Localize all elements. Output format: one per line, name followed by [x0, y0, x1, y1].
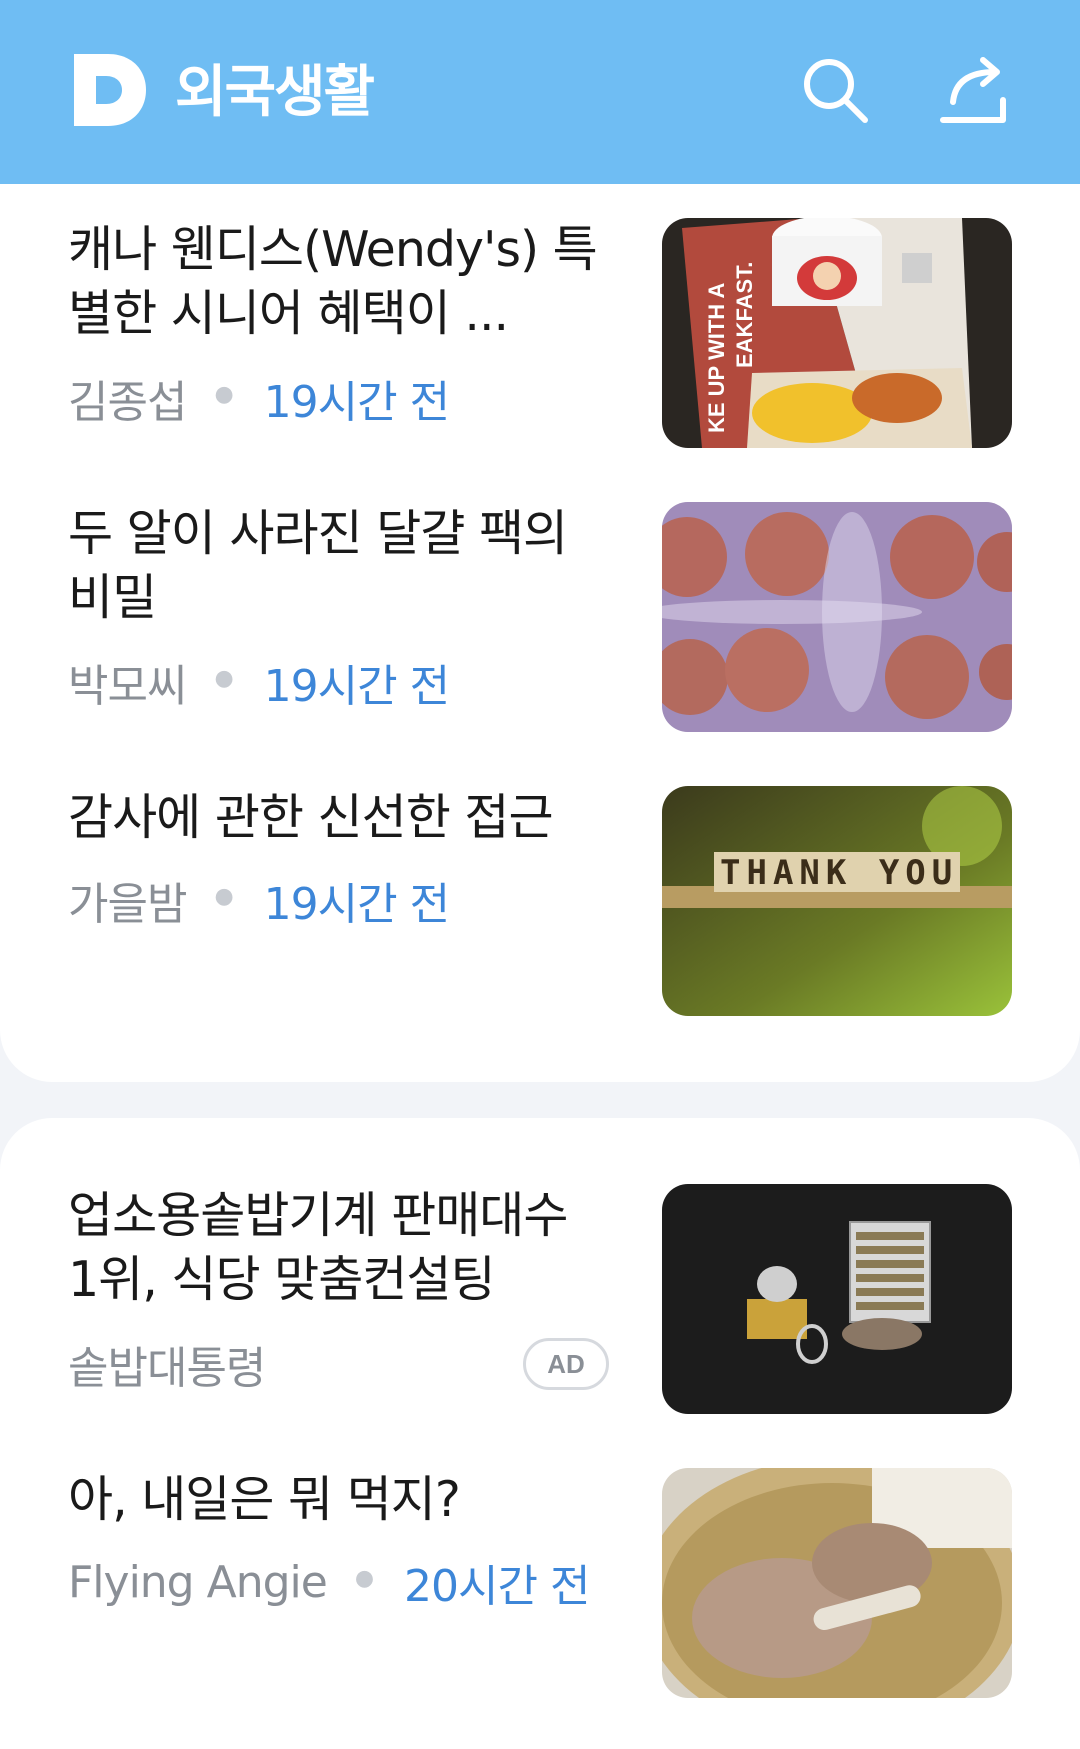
article-time: 19시간 전	[263, 377, 450, 428]
search-icon	[804, 59, 868, 123]
meta-separator: ●	[214, 381, 234, 407]
article-list-card: 캐나 웬디스(Wendy's) 특별한 시니어 혜택이 ... 김종섭 ● 19…	[0, 184, 1080, 1082]
article-meta: 김종섭 ● 19시간 전	[68, 368, 450, 428]
article-text: 아, 내일은 뭐 먹지?	[68, 1468, 608, 1532]
article-thumbnail[interactable]	[662, 502, 1012, 732]
thumbnail-text-2: EAKFAST.	[732, 262, 757, 368]
article-list-card: 업소용솥밥기계 판매대수 1위, 식당 맞춤컨설팅 솥밥대통령 AD 아, 내일…	[0, 1118, 1080, 1749]
app-header: 외국생활	[0, 0, 1080, 184]
share-button[interactable]	[933, 50, 1013, 130]
ad-advertiser: 솥밥대통령	[68, 1343, 266, 1394]
ad-text: 업소용솥밥기계 판매대수 1위, 식당 맞춤컨설팅	[68, 1184, 608, 1312]
article-time: 20시간 전	[404, 1561, 590, 1612]
meta-separator: ●	[354, 1565, 375, 1591]
thumbnail-text-1: KE UP WITH A	[704, 283, 729, 433]
article-time: 19시간 전	[263, 879, 450, 930]
article-title[interactable]: 아, 내일은 뭐 먹지?	[68, 1468, 608, 1532]
article-item[interactable]: 캐나 웬디스(Wendy's) 특별한 시니어 혜택이 ... 김종섭 ● 19…	[0, 218, 1080, 448]
article-author: 가을밤	[68, 879, 187, 930]
ad-title[interactable]: 업소용솥밥기계 판매대수 1위, 식당 맞춤컨설팅	[68, 1184, 608, 1312]
meta-separator: ●	[214, 883, 234, 909]
article-title[interactable]: 두 알이 사라진 달걀 팩의 비밀	[68, 502, 608, 630]
ad-item[interactable]: 업소용솥밥기계 판매대수 1위, 식당 맞춤컨설팅 솥밥대통령 AD	[0, 1184, 1080, 1414]
ad-thumbnail[interactable]	[662, 1184, 1012, 1414]
article-time: 19시간 전	[263, 661, 450, 712]
article-author: Flying Angie	[68, 1556, 328, 1608]
daum-logo-icon[interactable]	[70, 50, 150, 130]
article-meta: 박모씨 ● 19시간 전	[68, 652, 450, 712]
search-button[interactable]	[795, 50, 875, 130]
article-meta: 가을밤 ● 19시간 전	[68, 870, 450, 930]
article-title[interactable]: 감사에 관한 신선한 접근	[68, 786, 608, 850]
article-text: 캐나 웬디스(Wendy's) 특별한 시니어 혜택이 ...	[68, 218, 608, 346]
section-title: 외국생활	[175, 60, 375, 125]
article-meta: Flying Angie ● 20시간 전	[68, 1552, 590, 1613]
thumbnail-text: THANK YOU	[720, 853, 958, 893]
article-thumbnail[interactable]: THANK YOU	[662, 786, 1012, 1016]
article-item[interactable]: 아, 내일은 뭐 먹지? Flying Angie ● 20시간 전	[0, 1468, 1080, 1698]
article-thumbnail[interactable]: KE UP WITH A EAKFAST.	[662, 218, 1012, 448]
ad-meta: 솥밥대통령	[68, 1334, 266, 1394]
meta-separator: ●	[214, 665, 234, 691]
share-icon	[940, 57, 1006, 123]
article-item[interactable]: 두 알이 사라진 달걀 팩의 비밀 박모씨 ● 19시간 전	[0, 502, 1080, 732]
article-author: 김종섭	[68, 377, 187, 428]
ad-badge: AD	[523, 1338, 609, 1390]
article-thumbnail[interactable]	[662, 1468, 1012, 1698]
article-title[interactable]: 캐나 웬디스(Wendy's) 특별한 시니어 혜택이 ...	[68, 218, 608, 346]
article-item[interactable]: 감사에 관한 신선한 접근 가을밤 ● 19시간 전 THANK YOU	[0, 786, 1080, 1016]
app-root: 외국생활 캐나 웬디스(Wendy's) 특별한 시니어 혜택이 ... 김종섭	[0, 0, 1080, 1749]
article-text: 감사에 관한 신선한 접근	[68, 786, 608, 850]
article-text: 두 알이 사라진 달걀 팩의 비밀	[68, 502, 608, 630]
article-author: 박모씨	[68, 661, 187, 712]
